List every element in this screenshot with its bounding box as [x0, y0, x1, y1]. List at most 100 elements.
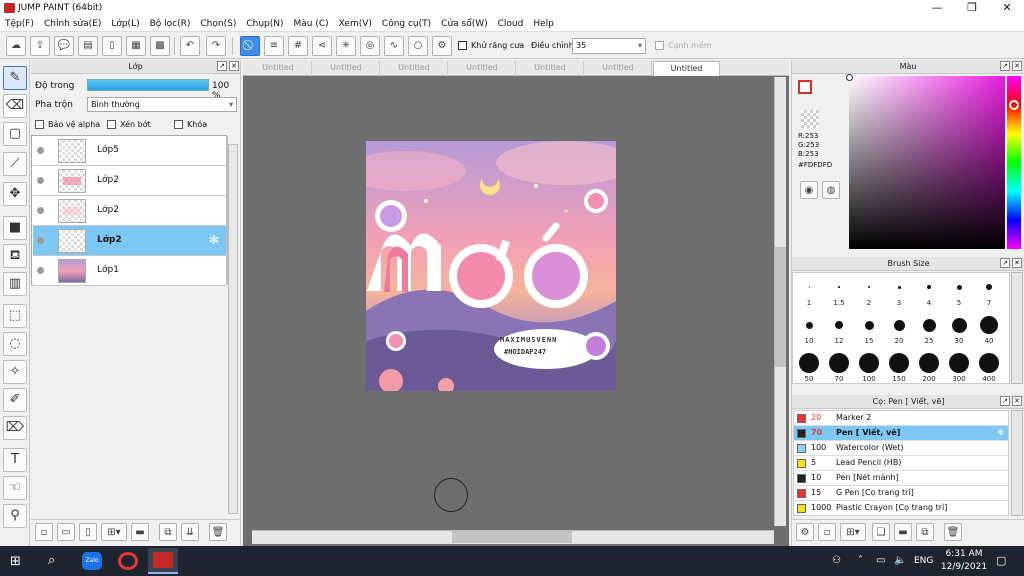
duplicate-icon[interactable]: ⧉ — [159, 523, 177, 541]
menu-color[interactable]: Màu (C) — [289, 16, 334, 32]
visibility-icon[interactable] — [37, 207, 44, 214]
tab-document[interactable]: Untitled — [449, 61, 516, 76]
cloud-check-icon[interactable]: ☁ — [6, 36, 26, 56]
brush-size-cell[interactable]: 50 — [794, 351, 824, 383]
battery-icon[interactable]: ▭ — [876, 555, 885, 566]
trash-icon[interactable]: 🗑 — [944, 523, 962, 541]
tab-document[interactable]: Untitled — [585, 61, 652, 76]
layer-row[interactable]: Lớp2 — [33, 166, 226, 196]
brush-item[interactable]: 10 Pen [Nét mảnh] — [794, 471, 1008, 486]
brush-size-cell[interactable]: 4 — [914, 275, 944, 317]
new-vector-icon[interactable]: ▯ — [79, 523, 97, 541]
color-picker-icon[interactable]: ◍ — [822, 181, 840, 199]
layer-row[interactable]: Lớp2 — [33, 196, 226, 226]
clock-date[interactable]: 12/9/2021 — [940, 562, 988, 572]
menu-layer[interactable]: Lớp(L) — [106, 16, 144, 32]
brush-size-cell[interactable]: 3 — [884, 275, 914, 317]
menu-cloud[interactable]: Cloud — [493, 16, 529, 32]
brush-size-cell[interactable]: 70 — [824, 351, 854, 383]
tab-document[interactable]: Untitled — [245, 61, 312, 76]
move-icon[interactable]: ✥ — [3, 182, 27, 206]
panel-close-icon[interactable]: ✕ — [1012, 396, 1022, 406]
eyedropper-icon[interactable]: ⚲ — [3, 504, 27, 528]
vertical-scrollbar[interactable] — [774, 77, 786, 526]
menu-file[interactable]: Tệp(F) — [0, 16, 39, 32]
visibility-icon[interactable] — [37, 267, 44, 274]
perspective-icon[interactable]: ⋖ — [312, 36, 332, 56]
artwork-canvas[interactable]: MAXIMUSVENN #HOIDAP247 — [366, 141, 616, 391]
jump-paint-taskbar-button[interactable] — [148, 548, 178, 574]
parallel-lines-icon[interactable]: ≡ — [264, 36, 284, 56]
new-raster-icon[interactable]: ▭ — [57, 523, 75, 541]
brush-icon[interactable]: ✎ — [3, 66, 27, 90]
brush-size-scrollbar[interactable] — [1011, 272, 1023, 384]
undo-icon[interactable]: ↶ — [180, 36, 200, 56]
hue-handle[interactable] — [1009, 100, 1019, 110]
tab-document[interactable]: Untitled — [517, 61, 584, 76]
select-eraser-icon[interactable]: ⌦ — [3, 416, 27, 440]
brush-size-cell[interactable]: 2 — [854, 275, 884, 317]
concentric-circle-icon[interactable]: ◎ — [360, 36, 380, 56]
panel-close-icon[interactable]: ✕ — [1012, 61, 1022, 71]
opacity-slider[interactable] — [87, 79, 209, 91]
saturation-value-picker[interactable] — [846, 74, 1005, 249]
line-icon[interactable]: ⟋ — [3, 152, 27, 176]
brush-item[interactable]: 15 G Pen [Cọ trang trí] — [794, 486, 1008, 501]
lasso-icon[interactable]: ◌ — [3, 332, 27, 356]
brush-size-cell[interactable]: 40 — [974, 313, 1004, 355]
tab-document-active[interactable]: Untitled — [653, 61, 720, 76]
brush-size-cell[interactable]: 20 — [884, 313, 914, 355]
page-icon[interactable]: ▯ — [102, 36, 122, 56]
circle-snap-icon[interactable]: ○ — [408, 36, 428, 56]
brush-size-cell[interactable]: 400 — [974, 351, 1004, 383]
trash-icon[interactable]: 🗑 — [209, 523, 227, 541]
visibility-icon[interactable] — [37, 237, 44, 244]
brush-size-cell[interactable]: 200 — [914, 351, 944, 383]
windows-start-icon[interactable]: ⊞ — [10, 554, 21, 569]
add-brush-menu-icon[interactable]: ⊞▾ — [840, 523, 866, 541]
layer-row[interactable]: Lớp5 — [33, 136, 226, 166]
brush-size-cell[interactable]: 7 — [974, 275, 1004, 317]
tab-document[interactable]: Untitled — [313, 61, 380, 76]
tab-document[interactable]: Untitled — [381, 61, 448, 76]
grid-edit-icon[interactable]: ▩ — [150, 36, 170, 56]
brush-size-cell[interactable]: 12 — [824, 313, 854, 355]
close-button[interactable]: ✕ — [990, 0, 1024, 16]
brush-size-cell[interactable]: 1.5 — [824, 275, 854, 317]
select-pen-icon[interactable]: ✐ — [3, 388, 27, 412]
brush-size-cell[interactable]: 150 — [884, 351, 914, 383]
menu-tools[interactable]: Công cụ(T) — [377, 16, 436, 32]
gear-icon[interactable]: ⚙ — [432, 36, 452, 56]
antialias-checkbox[interactable] — [458, 41, 471, 51]
protect-alpha-checkbox[interactable]: Bảo vệ alpha — [35, 120, 100, 129]
magic-wand-icon[interactable]: ✧ — [3, 360, 27, 384]
fill-rect-icon[interactable]: ■ — [3, 216, 27, 240]
undock-icon[interactable]: ↗ — [1000, 396, 1010, 406]
menu-view[interactable]: Xem(V) — [334, 16, 377, 32]
minimize-button[interactable]: — — [920, 0, 954, 16]
copy-brush-icon[interactable]: ❏ — [872, 523, 890, 541]
duplicate-icon[interactable]: ⧉ — [916, 523, 934, 541]
visibility-icon[interactable] — [37, 147, 44, 154]
panel-close-icon[interactable]: ✕ — [1012, 258, 1022, 268]
caption-icon[interactable]: ▤ — [78, 36, 98, 56]
people-icon[interactable]: ⚇ — [832, 555, 841, 566]
export-icon[interactable]: ⇪ — [30, 36, 50, 56]
brush-item[interactable]: 5 Lead Pencil (HB) — [794, 456, 1008, 471]
maximize-button[interactable]: ❐ — [955, 0, 989, 16]
brush-item[interactable]: 100 Watercolor (Wet) — [794, 441, 1008, 456]
clock-time[interactable]: 6:31 AM — [944, 549, 984, 559]
brush-size-cell[interactable]: 300 — [944, 351, 974, 383]
speech-bubble-icon[interactable]: 💬 — [54, 36, 74, 56]
menu-filter[interactable]: Bộ lọc(R) — [145, 16, 196, 32]
layer-row[interactable]: Lớp1 — [33, 256, 226, 286]
lock-checkbox[interactable]: Khóa — [174, 120, 207, 129]
no-snap-icon[interactable]: ⃠ — [240, 36, 260, 56]
notification-icon[interactable]: ▢ — [996, 554, 1006, 567]
ime-indicator[interactable]: ENG — [914, 556, 933, 566]
curve-icon[interactable]: ∿ — [384, 36, 404, 56]
brush-folder-icon[interactable]: ▬ — [894, 523, 912, 541]
brush-size-cell[interactable]: 5 — [944, 275, 974, 317]
opera-app-icon[interactable] — [118, 552, 138, 570]
new-brush-icon[interactable]: ▫ — [818, 523, 836, 541]
